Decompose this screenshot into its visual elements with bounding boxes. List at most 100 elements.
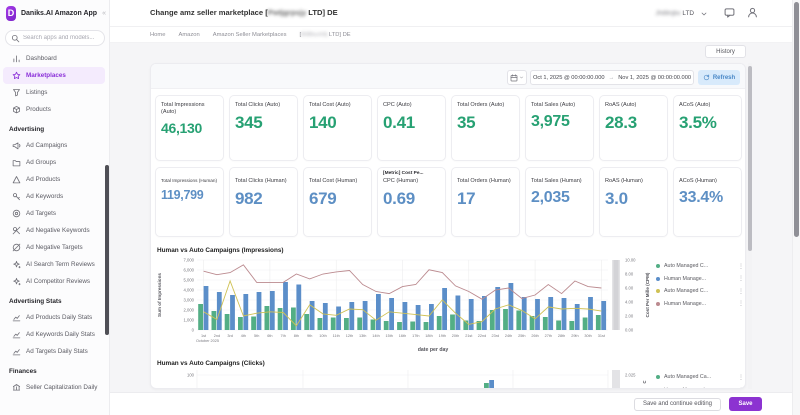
save-and-continue-button[interactable]: Save and continue editing [634,398,721,411]
metric-value: 119,799 [161,188,218,202]
legend-item-auto-managed-c[interactable]: Auto Managed C... ⋮ [656,260,744,273]
sidebar-item-products[interactable]: Products [3,101,105,118]
legend-item-human-managed[interactable]: Human Managed...⋮ [656,384,744,390]
sidebar-item-ad-campaigns[interactable]: Ad Campaigns [3,137,105,154]
metric-card-roas-human: RoAS (Human)3.0 [599,167,668,237]
breadcrumb-item-amazon[interactable]: Amazon [178,32,199,38]
svg-text:7th: 7th [281,334,286,338]
svg-text:30th: 30th [584,334,591,338]
metric-card-cpc-auto: CPC (Auto)0.41 [377,95,446,161]
star-icon [12,71,21,80]
sidebar-item-listings[interactable]: Listings [3,84,105,101]
breadcrumb: HomeAmazonAmazon Seller Marketplaces[B9B… [150,32,351,38]
chat-icon[interactable] [724,7,735,18]
breadcrumb-item-home[interactable]: Home [150,32,165,38]
svg-text:October 2025: October 2025 [196,339,219,343]
legend-item-auto-managed-ca[interactable]: Auto Managed Ca...⋮ [656,371,744,384]
sidebar-item-label: Ad Negative Targets [26,244,83,251]
svg-text:0.00: 0.00 [625,328,634,333]
svg-text:6.00: 6.00 [625,286,634,291]
svg-text:C: C [642,380,647,383]
app-logo-icon: D [6,6,16,21]
sidebar-item-seller-capitalization-daily[interactable]: Seller Capitalization Daily [3,379,105,396]
legend-label: Human Manage... [664,301,726,307]
sidebar-item-ad-products[interactable]: Ad Products [3,171,105,188]
sidebar-item-ad-groups[interactable]: Ad Groups [3,154,105,171]
sidebar-item-ad-negative-targets[interactable]: Ad Negative Targets [3,239,105,256]
sidebar-collapse-icon[interactable]: « [102,10,106,17]
legend-drag-handle-icon[interactable]: ⋮ [738,386,744,389]
sidebar-item-ai-competitor-reviews[interactable]: AI Competitor Reviews [3,273,105,290]
sidebar-item-marketplaces[interactable]: Marketplaces [3,67,105,84]
legend-drag-handle-icon[interactable]: ⋮ [738,263,744,270]
svg-text:24th: 24th [505,334,512,338]
chevron-down-icon [519,75,524,80]
sidebar-item-ai-search-term-reviews[interactable]: AI Search Term Reviews [3,256,105,273]
svg-text:4.00: 4.00 [625,300,634,305]
legend-item-human-manage[interactable]: Human Manage... ⋮ [656,298,744,311]
legend-drag-handle-icon[interactable]: ⋮ [738,374,744,381]
metric-card-roas-auto: RoAS (Auto)28.3 [599,95,668,161]
panel-scrollbar[interactable] [748,63,752,389]
legend-drag-handle-icon[interactable]: ⋮ [738,275,744,282]
impressions-chart-title: Human vs Auto Campaigns (Impressions) [157,247,284,254]
metric-value: 33.4% [679,189,736,207]
marketplace-panel: Oct 1, 2025 @ 00:00:00.000 → Nov 1, 2025… [150,63,746,389]
svg-text:5,000: 5,000 [184,278,195,283]
legend-drag-handle-icon[interactable]: ⋮ [738,288,744,295]
impressions-chart: 01,0002,0003,0004,0005,0006,0007,0000.00… [153,254,658,356]
svg-text:22nd: 22nd [478,334,486,338]
account-selector[interactable]: Jht8lnjbv LTD [655,6,708,21]
metric-label: Total Impressions (Human) [161,178,218,184]
refresh-icon [703,74,710,81]
sidebar-item-dashboard[interactable]: Dashboard [3,50,105,67]
svg-text:26th: 26th [531,334,538,338]
search-box[interactable] [5,30,105,46]
user-icon[interactable] [747,7,758,18]
svg-text:Sum of Impressions: Sum of Impressions [157,273,162,317]
history-button[interactable]: History [705,45,746,58]
key-icon [12,192,21,201]
legend-drag-handle-icon[interactable]: ⋮ [738,300,744,307]
breadcrumb-bar: HomeAmazonAmazon Seller Marketplaces[B9B… [110,27,800,43]
target-off-icon [12,243,21,252]
svg-text:3rd: 3rd [227,334,233,338]
products-icon [12,105,21,114]
legend-item-auto-managed-c[interactable]: Auto Managed C...⋮ [656,285,744,298]
legend-label: Auto Managed C... [664,263,726,269]
sidebar-item-ad-products-daily-stats[interactable]: Ad Products Daily Stats [3,309,105,326]
date-picker-button[interactable] [507,70,527,85]
metric-label: Total Orders (Auto) [457,102,514,109]
date-range-input[interactable]: Oct 1, 2025 @ 00:00:00.000 → Nov 1, 2025… [530,70,694,85]
svg-text:8th: 8th [294,334,299,338]
refresh-button[interactable]: Refresh [698,70,740,85]
svg-text:18th: 18th [425,334,432,338]
sidebar-item-ad-keywords-daily-stats[interactable]: Ad Keywords Daily Stats [3,326,105,343]
chevron-down-icon [700,10,708,18]
search-input[interactable] [23,35,101,41]
metric-card-total-sales-human: Total Sales (Human)2,035 [525,167,594,237]
sidebar-item-ad-targets[interactable]: Ad Targets [3,205,105,222]
sidebar-item-ad-targets-daily-stats[interactable]: Ad Targets Daily Stats [3,343,105,360]
sidebar-section-finances: Finances [0,360,108,379]
sidebar-item-ad-keywords[interactable]: Ad Keywords [3,188,105,205]
sidebar-scrollbar[interactable] [105,165,109,335]
svg-text:100: 100 [187,373,195,378]
legend-color-dot [656,302,660,306]
breadcrumb-item-amazon-seller-marketplaces[interactable]: Amazon Seller Marketplaces [213,32,287,38]
svg-text:2.00: 2.00 [625,314,634,319]
sidebar-item-ad-negative-keywords[interactable]: Ad Negative Keywords [3,222,105,239]
legend-color-dot [656,264,660,268]
search-icon [11,34,20,43]
save-button[interactable]: Save [729,397,762,411]
metric-value: 46,130 [161,120,218,136]
legend-item-human-manage[interactable]: Human Manage...⋮ [656,273,744,286]
clicks-chart-title: Human vs Auto Campaigns (Clicks) [157,360,265,367]
page-title: Change amz seller marketplace [Pwtjgrpsj… [150,8,338,17]
metric-value: 3.0 [605,189,662,209]
target-icon [12,209,21,218]
page-scrollbar[interactable] [792,0,800,415]
metric-card-total-clicks-auto: Total Clicks (Auto)345 [229,95,298,161]
header: Change amz seller marketplace [Pwtjgrpsj… [110,0,800,27]
metric-label: ACoS (Auto) [679,102,736,109]
